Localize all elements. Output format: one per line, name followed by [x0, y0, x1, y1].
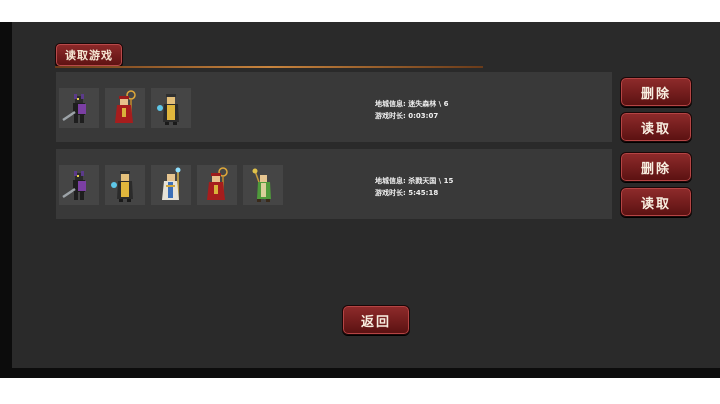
- title-divider: [55, 66, 483, 68]
- fire-mage-icon: [105, 88, 145, 128]
- dark-knight-icon: [59, 88, 99, 128]
- save-slot-1[interactable]: 地城信息: 迷失森林 \ 6 游戏时长: 0:03:07: [56, 72, 612, 142]
- playtime-label: 游戏时长:: [375, 112, 406, 120]
- priest-icon: [151, 165, 191, 205]
- playtime-row: 游戏时长: 0:03:07: [375, 110, 449, 122]
- playtime-row: 游戏时长: 5:45:18: [375, 187, 453, 199]
- load-save-2-button[interactable]: 读取: [620, 187, 692, 217]
- back-button[interactable]: 返回: [342, 305, 410, 335]
- druid-icon: [243, 165, 283, 205]
- page-title: 读取游戏: [55, 43, 123, 67]
- dark-knight-icon: [59, 165, 99, 205]
- delete-save-2-button[interactable]: 删除: [620, 152, 692, 182]
- location-label: 地城信息:: [375, 177, 406, 185]
- ice-monk-icon: [151, 88, 191, 128]
- load-save-1-button[interactable]: 读取: [620, 112, 692, 142]
- location-value: 杀戮天国 \ 15: [408, 177, 454, 185]
- location-label: 地城信息:: [375, 100, 406, 108]
- fire-mage-icon: [197, 165, 237, 205]
- location-row: 地城信息: 迷失森林 \ 6: [375, 98, 449, 110]
- playtime-value: 0:03:07: [408, 112, 439, 120]
- save-slot-2[interactable]: 地城信息: 杀戮天国 \ 15 游戏时长: 5:45:18: [56, 149, 612, 219]
- screen-border-left: [0, 22, 12, 378]
- playtime-value: 5:45:18: [408, 189, 439, 197]
- ice-monk-icon: [105, 165, 145, 205]
- delete-save-1-button[interactable]: 删除: [620, 77, 692, 107]
- screen-border-bottom: [0, 368, 720, 378]
- save-info: 地城信息: 杀戮天国 \ 15 游戏时长: 5:45:18: [375, 175, 453, 199]
- save-info: 地城信息: 迷失森林 \ 6 游戏时长: 0:03:07: [375, 98, 449, 122]
- location-row: 地城信息: 杀戮天国 \ 15: [375, 175, 453, 187]
- playtime-label: 游戏时长:: [375, 189, 406, 197]
- location-value: 迷失森林 \ 6: [408, 100, 449, 108]
